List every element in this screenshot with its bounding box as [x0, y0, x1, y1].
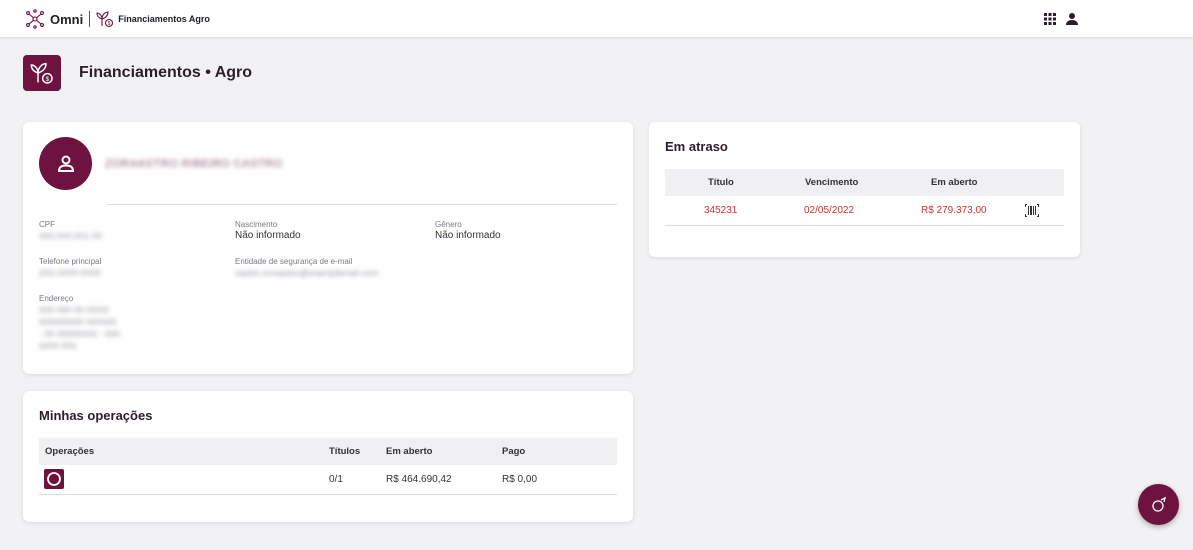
address-line: 000 000 00 00/00: [39, 305, 110, 315]
customer-name: ZORAASTRO RIBEIRO CASTRO: [105, 158, 283, 170]
late-table: Título Vencimento Em aberto 345231 02/05…: [665, 169, 1064, 226]
column-header: Títulos: [329, 446, 361, 457]
address-line: 0000 000: [39, 341, 77, 351]
cell-titulo: 345231: [704, 205, 738, 216]
field-value: Não informado: [235, 230, 301, 241]
cell-titulos: 0/1: [329, 474, 343, 485]
cell-vencimento: 02/05/2022: [804, 205, 855, 216]
omni-logo-icon: [26, 9, 44, 29]
field-label: Entidade de segurança de e-mail: [235, 257, 353, 266]
table-header: Operações Títulos Em aberto Pago: [39, 438, 617, 465]
svg-text:$: $: [45, 76, 49, 83]
column-header: Em aberto: [931, 177, 978, 188]
section-title: Minhas operações: [39, 408, 153, 423]
field-label: Endereço: [39, 294, 74, 303]
field-telefone: Telefone principal (00) 0000-0000: [39, 257, 101, 279]
page-title: Financiamentos • Agro: [79, 64, 253, 81]
address-line: - 00 00000000 - 000: [39, 329, 121, 339]
field-label: Gênero: [435, 220, 462, 229]
field-label: Nascimento: [235, 220, 278, 229]
user-icon[interactable]: [1065, 12, 1079, 26]
avatar: [39, 137, 92, 190]
column-header: Operações: [45, 446, 95, 457]
field-value: Não informado: [435, 230, 501, 241]
field-value: castro.zoraastro@examplemail.com: [235, 268, 379, 278]
cell-pago: R$ 0,00: [502, 474, 538, 485]
circle-progress-icon: [47, 472, 61, 486]
operations-card: Minhas operações Operações Títulos Em ab…: [23, 391, 633, 522]
svg-text:$: $: [108, 21, 111, 27]
circle-progress-icon[interactable]: [44, 469, 64, 489]
late-card: Em atraso Título Vencimento Em aberto 34…: [649, 122, 1080, 257]
brand-name: Omni: [50, 11, 84, 27]
table-header: Título Vencimento Em aberto: [665, 169, 1064, 196]
top-bar: Omni $ Financiamentos Agro: [0, 0, 1193, 38]
chat-button[interactable]: [1138, 484, 1179, 525]
app-name: Financiamentos Agro: [118, 14, 210, 24]
barcode-icon[interactable]: [1025, 204, 1039, 217]
column-header: Título: [708, 177, 734, 188]
field-genero: Gênero Não informado: [435, 220, 501, 242]
table-row[interactable]: 0/1 R$ 464.690,42 R$ 0,00: [39, 465, 617, 495]
operations-table: Operações Títulos Em aberto Pago 0/1 R$ …: [39, 438, 617, 495]
column-header: Pago: [502, 446, 526, 457]
section-title: Em atraso: [665, 139, 728, 154]
page-header: $ Financiamentos • Agro: [23, 55, 252, 91]
profile-card: ZORAASTRO RIBEIRO CASTRO CPF 000.000.001…: [23, 122, 633, 374]
chat-icon: [1151, 496, 1166, 512]
field-value: 000.000.001-00: [39, 231, 103, 241]
grid-icon[interactable]: [1043, 12, 1057, 26]
user-icon: [57, 155, 74, 172]
table-row[interactable]: 345231 02/05/2022 R$ 279.373,00: [665, 196, 1064, 226]
field-endereco: Endereço 000 000 00 00/00 000000000 0000…: [39, 294, 120, 352]
field-nascimento: Nascimento Não informado: [235, 220, 301, 242]
cell-em-aberto: R$ 279.373,00: [921, 205, 987, 216]
field-email: Entidade de segurança de e-mail castro.z…: [235, 257, 379, 279]
plant-money-icon: $: [96, 11, 114, 28]
field-label: Telefone principal: [39, 257, 102, 266]
cell-em-aberto: R$ 464.690,42: [386, 474, 452, 485]
address-line: 000000000 000000: [39, 317, 117, 327]
page-icon: $: [23, 55, 61, 91]
field-value: (00) 0000-0000: [39, 268, 101, 278]
top-actions: [1043, 12, 1087, 26]
column-header: Vencimento: [805, 177, 859, 188]
profile-divider: [107, 204, 617, 205]
brand[interactable]: Omni $ Financiamentos Agro: [24, 9, 210, 29]
field-cpf: CPF 000.000.001-00: [39, 220, 102, 242]
column-header: Em aberto: [386, 446, 433, 457]
field-label: CPF: [39, 220, 55, 229]
plant-money-icon: $: [30, 62, 53, 84]
brand-divider: [89, 11, 91, 27]
